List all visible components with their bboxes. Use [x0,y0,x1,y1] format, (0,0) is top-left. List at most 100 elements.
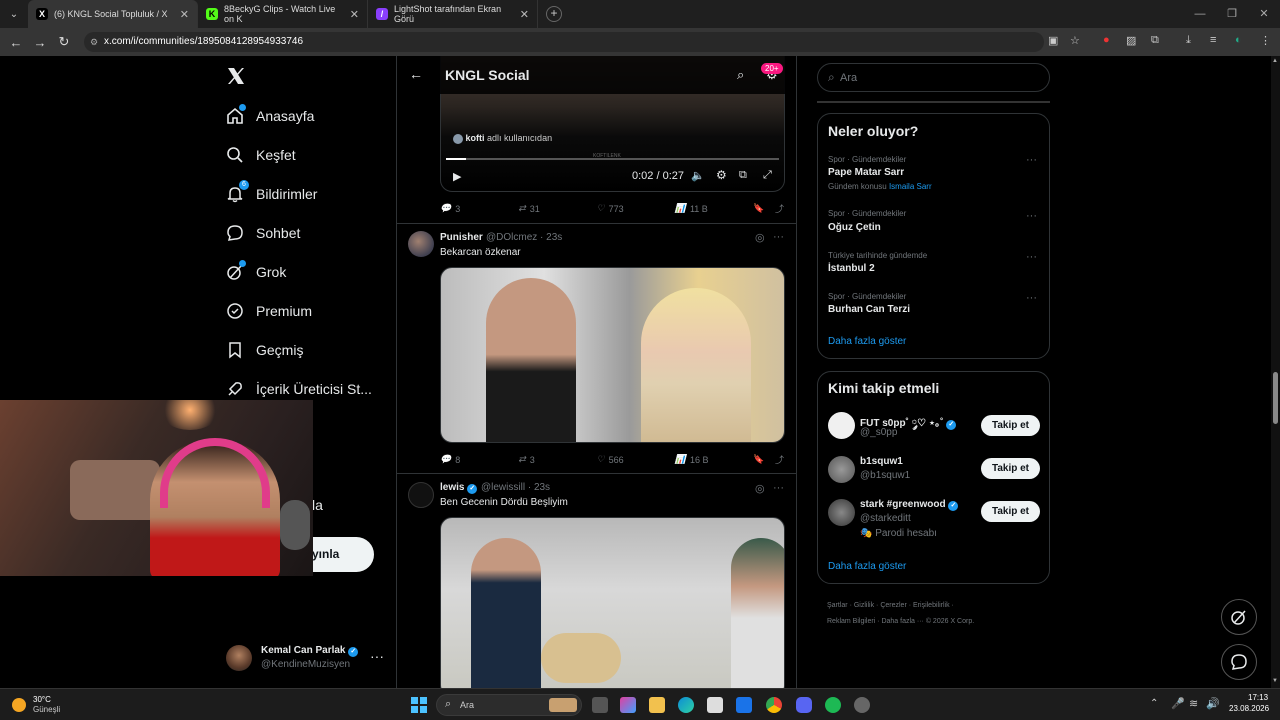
back-arrow-icon[interactable]: ← [4,35,28,50]
bookmark-icon[interactable]: 🔖 [753,453,775,466]
like-button[interactable]: ♡ 773 [597,202,675,215]
repost-button[interactable]: ⇄ 31 [518,202,596,215]
settings-gear-icon[interactable]: ⚙ [716,168,727,182]
post-author-name[interactable]: lewis ✓ [440,482,478,494]
reading-list-icon[interactable]: ≡ [1210,34,1216,46]
nav-premium[interactable]: Premium [226,302,312,320]
share-icon[interactable]: ⤴ [775,453,785,466]
footer-link[interactable]: Reklam Bilgileri [827,618,875,625]
follow-button[interactable]: Takip et [981,415,1040,436]
discord-icon[interactable] [796,697,812,713]
browser-tab[interactable]: K 8BeckyG Clips - Watch Live on K ✕ [198,0,368,28]
scrollbar-thumb[interactable] [1273,372,1278,424]
nav-creator-studio[interactable]: İçerik Üreticisi St... [226,380,372,398]
restore-icon[interactable]: ❐ [1216,0,1248,28]
close-window-icon[interactable]: ✕ [1248,0,1280,28]
nav-explore[interactable]: Keşfet [226,146,296,164]
account-switcher[interactable]: Kemal Can Parlak ✓ @KendineMuzisyen ··· [226,640,396,676]
more-dots-icon[interactable]: ··· [1026,292,1037,304]
edge-icon[interactable] [678,697,694,713]
more-dots-icon[interactable]: ··· [1026,210,1037,222]
post-image[interactable] [440,517,785,688]
more-dots-icon[interactable]: ··· [370,648,384,664]
more-dots-icon[interactable]: ··· [1026,251,1037,263]
extension-icon[interactable]: ▨ [1126,34,1136,47]
browser-tab[interactable]: X (6) KNGL Social Topluluk / X ✕ [28,0,198,28]
app-icon[interactable] [854,697,870,713]
repost-button[interactable]: ⇄ 3 [518,453,596,466]
grok-icon[interactable]: ◎ [755,482,765,495]
more-dots-icon[interactable]: ··· [1026,154,1037,166]
follow-button[interactable]: Takip et [981,458,1040,479]
trend-link[interactable]: Ismaila Sarr [889,182,932,191]
reload-icon[interactable]: ↻ [52,34,76,50]
post-author-name[interactable]: Punisher [440,232,483,243]
fullscreen-icon[interactable]: ⤢ [763,169,772,182]
clock-time[interactable]: 17:13 [1248,693,1268,702]
wifi-icon[interactable]: ≋ [1189,697,1198,710]
footer-link[interactable]: Çerezler [880,602,906,609]
share-icon[interactable]: ⤴ [775,202,785,215]
microphone-icon[interactable]: 🎤 [1171,697,1185,710]
scrollbar-down-arrow-icon[interactable]: ▼ [1272,678,1278,684]
volume-icon[interactable]: 🔈 [691,169,705,182]
footer-link[interactable]: Şartlar [827,602,848,609]
site-info-icon[interactable]: ⚙ [90,32,98,52]
page-scrollbar[interactable]: ▲ ▼ [1271,56,1280,688]
minimize-icon[interactable]: — [1184,0,1216,28]
views-button[interactable]: 📊 11 B [675,202,753,215]
chrome-icon[interactable] [766,697,782,713]
search-input[interactable]: ⌕ Ara [817,63,1050,92]
clock-date[interactable]: 23.08.2026 [1229,704,1269,713]
nav-grok[interactable]: Grok [226,260,286,281]
grok-floating-button[interactable] [1221,599,1257,635]
url-input[interactable]: ⚙ x.com/i/communities/189508412895493374… [84,32,1044,52]
chevron-up-icon[interactable]: ⌃ [1150,698,1158,709]
store-icon[interactable] [707,697,723,713]
reply-button[interactable]: 💬 3 [440,202,518,215]
scrollbar-up-arrow-icon[interactable]: ▲ [1272,58,1278,64]
forward-arrow-icon[interactable]: → [28,35,52,50]
footer-link[interactable]: Erişilebilirlik [913,602,950,609]
menu-dots-icon[interactable]: ⋮ [1260,34,1271,47]
show-more-link[interactable]: Daha fazla göster [828,336,906,347]
footer-link[interactable]: Gizlilik [854,602,874,609]
follow-button[interactable]: Takip et [981,501,1040,522]
search-icon[interactable]: ⌕ [737,67,744,83]
close-tab-icon[interactable]: ✕ [350,8,359,21]
more-dots-icon[interactable]: ··· [773,231,784,243]
more-dots-icon[interactable]: ··· [773,482,784,494]
nav-home[interactable]: Anasayfa [226,104,314,125]
video-attribution[interactable]: kofti adlı kullanıcıdan [453,133,552,144]
x-logo-icon[interactable] [226,66,246,86]
spotify-icon[interactable] [825,697,841,713]
messages-floating-button[interactable] [1221,644,1257,680]
extensions-puzzle-icon[interactable]: ⧉ [1151,34,1159,47]
views-button[interactable]: 📊 16 B [675,453,753,466]
bookmark-star-icon[interactable]: ☆ [1070,34,1080,47]
mail-icon[interactable] [736,697,752,713]
task-view-icon[interactable] [592,697,608,713]
copilot-icon[interactable] [620,697,636,713]
like-button[interactable]: ♡ 566 [597,453,675,466]
play-icon[interactable]: ▶ [453,170,461,183]
show-more-link[interactable]: Daha fazla göster [828,561,906,572]
new-tab-button[interactable]: + [546,6,562,22]
nav-item-partial[interactable]: la [312,497,323,513]
browser-tab[interactable]: / LightShot tarafından Ekran Görü ✕ [368,0,538,28]
tab-list-button[interactable]: ⌄ [0,9,28,20]
file-explorer-icon[interactable] [649,697,665,713]
close-tab-icon[interactable]: ✕ [180,8,189,21]
nav-bookmarks[interactable]: Geçmiş [226,341,303,359]
profile-icon[interactable]: ◐ [1235,34,1242,46]
close-tab-icon[interactable]: ✕ [520,8,529,21]
picture-in-picture-icon[interactable]: ⧉ [739,169,747,182]
footer-link[interactable]: Daha fazla ··· [881,618,923,625]
windows-start-icon[interactable] [411,697,427,713]
back-arrow-icon[interactable]: ← [409,66,423,82]
reply-button[interactable]: 💬 8 [440,453,518,466]
extension-icon[interactable]: ● [1103,34,1110,46]
taskbar-search[interactable]: ⌕ Ara [436,694,582,716]
video-progress-bar[interactable] [446,158,779,160]
volume-icon[interactable]: 🔊 [1206,697,1220,710]
